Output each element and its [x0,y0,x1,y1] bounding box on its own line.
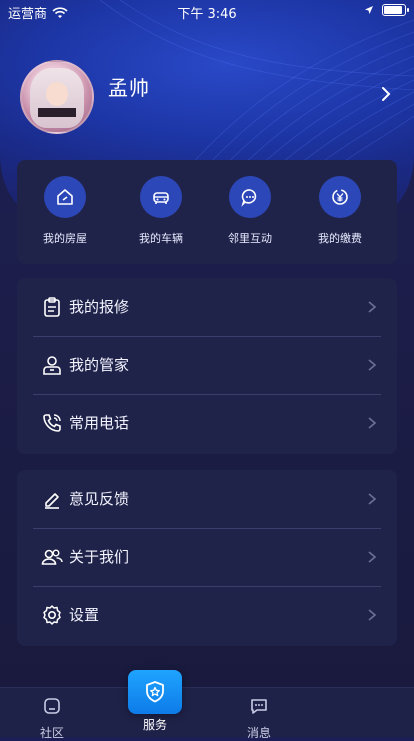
chevron-right-icon [368,417,377,429]
tab-service-label: 服务 [142,718,167,732]
chevron-right-icon [368,609,377,621]
phone-icon [43,414,61,432]
menu-item-label: 我的管家 [69,356,130,374]
quick-action-payment[interactable]: 我的缴费 [300,176,380,246]
chevron-right-icon [368,359,377,371]
menu-item-repairs[interactable]: 我的报修 [33,278,381,336]
menu-item-about[interactable]: 关于我们 [33,528,381,586]
chevron-right-icon[interactable] [378,86,394,102]
tab-community[interactable]: 社区 [7,688,97,741]
status-bar: 运营商 下午 3:46 [0,0,414,22]
quick-action-label: 我的车辆 [139,232,183,245]
quick-action-label: 我的缴费 [318,232,362,245]
menu-card-general: 意见反馈 关于我们 设置 [17,470,397,646]
menu-item-label: 设置 [69,606,100,624]
status-time: 下午 3:46 [177,7,237,22]
menu-item-feedback[interactable]: 意见反馈 [33,470,381,528]
menu-item-label: 常用电话 [69,414,130,432]
community-icon [44,698,60,714]
chevron-right-icon [368,301,377,313]
status-right [364,4,409,16]
quick-action-label: 邻里互动 [228,232,272,245]
battery-icon [382,4,409,16]
tab-bar: 社区 消息 [0,687,414,740]
tab-label: 社区 [39,726,64,740]
gear-icon [43,605,61,625]
tab-label: 消息 [246,726,271,740]
menu-card-services: 我的报修 我的管家 常用电话 [17,278,397,454]
tab-service[interactable] [128,670,182,714]
house-icon [44,176,86,218]
person-icon [43,356,61,375]
users-icon [41,549,63,565]
menu-item-label: 意见反馈 [69,490,130,508]
menu-item-label: 关于我们 [69,548,130,566]
chevron-right-icon [368,551,377,563]
profile-row[interactable]: 孟帅 [18,60,398,134]
quick-action-neighbors[interactable]: 邻里互动 [210,176,290,246]
shield-star-icon [146,681,164,703]
avatar[interactable] [20,60,94,134]
edit-icon [45,493,59,509]
user-name: 孟帅 [108,76,150,100]
quick-actions-card: 我的房屋 我的车辆 邻里互动 我的缴费 [17,160,397,264]
payment-icon [319,176,361,218]
menu-item-label: 我的报修 [69,298,130,316]
car-icon [140,176,182,218]
chevron-right-icon [368,493,377,505]
message-icon [251,699,267,714]
quick-action-car[interactable]: 我的车辆 [121,176,201,246]
menu-item-phones[interactable]: 常用电话 [33,394,381,452]
tab-messages[interactable]: 消息 [214,688,304,741]
quick-action-house[interactable]: 我的房屋 [25,176,105,246]
quick-action-label: 我的房屋 [43,232,87,245]
menu-item-butler[interactable]: 我的管家 [33,336,381,394]
clipboard-icon [44,297,60,317]
chat-icon [229,176,271,218]
location-arrow-icon [365,6,373,14]
menu-item-settings[interactable]: 设置 [33,586,381,644]
